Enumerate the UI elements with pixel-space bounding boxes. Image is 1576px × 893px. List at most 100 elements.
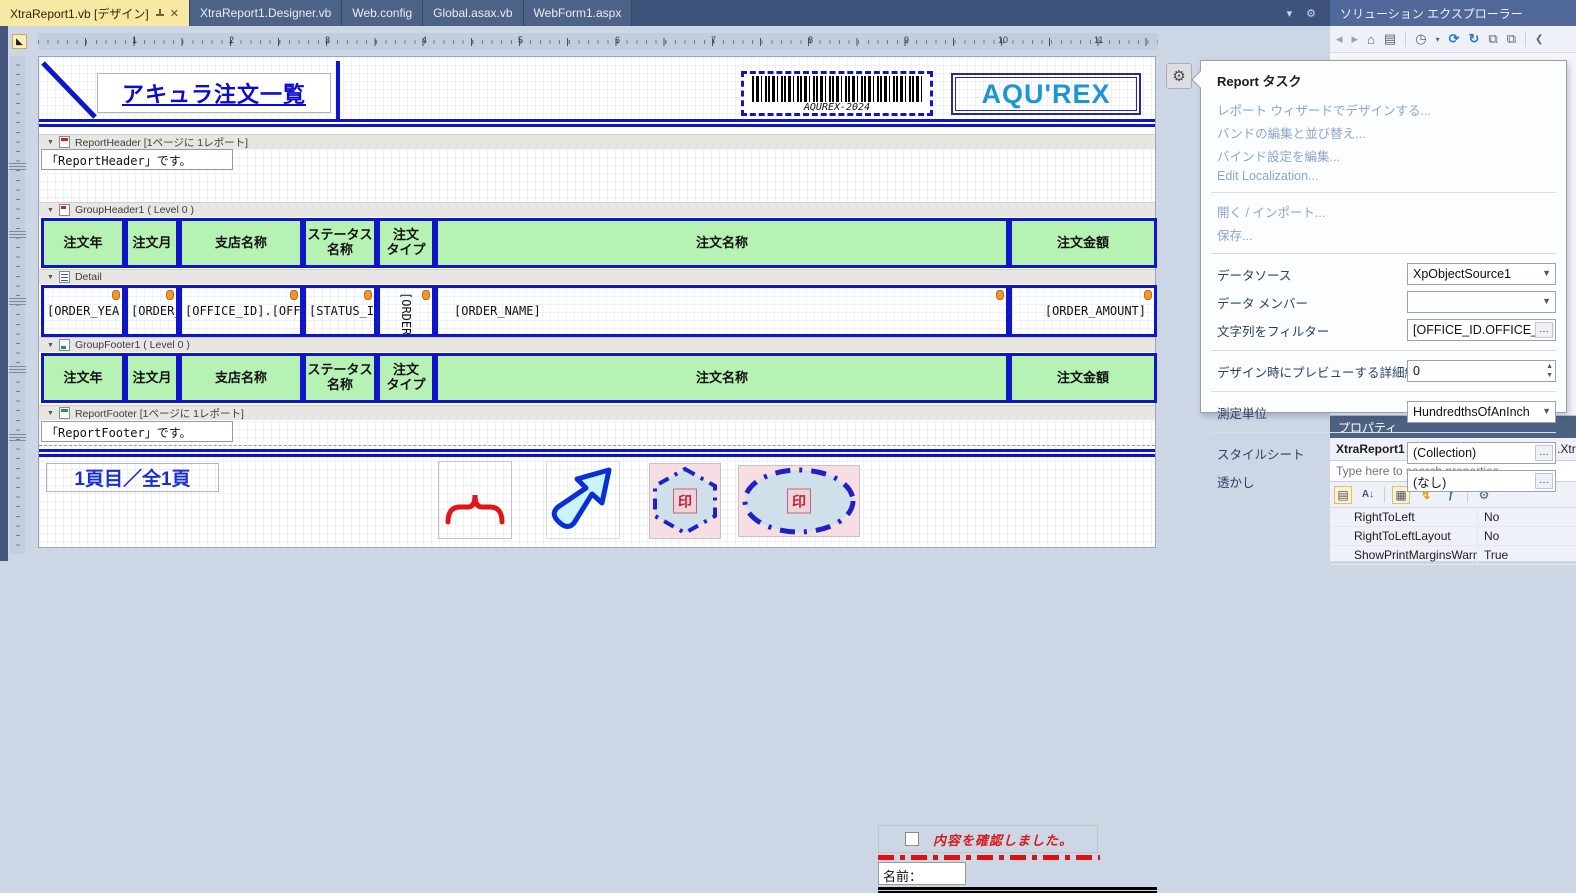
footer-cell[interactable]: 注文年 — [41, 353, 125, 403]
collapse-icon[interactable]: ▼ — [47, 207, 54, 214]
pending-changes-icon[interactable]: ◷ — [1415, 31, 1426, 47]
vertical-line-shape[interactable] — [336, 61, 340, 119]
header-cell[interactable]: 注文月 — [125, 218, 179, 268]
report-header-caption[interactable]: 「ReportHeader」です。 — [41, 149, 233, 170]
header-cell[interactable]: 注文 タイプ — [377, 218, 435, 268]
data-source-combo[interactable]: XpObjectSource1 ▼ — [1407, 263, 1556, 285]
hexagon-stamp-shape[interactable]: 印 — [649, 463, 721, 539]
chevron-left-icon[interactable]: ❮ — [1535, 34, 1543, 45]
field-cell-vertical[interactable]: [ORDER — [377, 285, 435, 337]
forward-icon[interactable]: ▸ — [1352, 31, 1359, 47]
ellipsis-button[interactable]: … — [1535, 445, 1553, 461]
field-cell[interactable]: [OFFICE_ID].[OFFIC — [179, 285, 303, 337]
footer-cell[interactable]: 注文 タイプ — [377, 353, 435, 403]
collapse-icon[interactable]: ▼ — [47, 274, 54, 281]
footer-cell[interactable]: 支店名称 — [179, 353, 303, 403]
property-row[interactable]: RightToLeftLayout No — [1330, 527, 1576, 546]
window-gear-icon[interactable]: ⚙ — [1306, 7, 1316, 20]
double-blue-line[interactable] — [39, 449, 1155, 457]
filter-string-field[interactable]: [OFFICE_ID.OFFICE_ID] = … — [1407, 319, 1556, 341]
band-strip-report-header[interactable]: ▼ ReportHeader [1ページに 1レポート] — [39, 134, 1155, 149]
field-cell[interactable]: [ORDER_AMOUNT] — [1009, 285, 1157, 337]
style-sheet-field[interactable]: (Collection) … — [1407, 442, 1556, 464]
header-cell[interactable]: 注文年 — [41, 218, 125, 268]
band-grip[interactable] — [9, 434, 26, 441]
collapse-icon[interactable]: ▼ — [47, 342, 54, 349]
show-all-files-icon[interactable]: ⧉ — [1507, 31, 1516, 47]
diagonal-line-shape[interactable] — [41, 61, 97, 119]
watermark-field[interactable]: (なし) … — [1407, 470, 1556, 492]
tab-global-asax[interactable]: Global.asax.vb — [423, 0, 523, 26]
link-design-with-wizard[interactable]: レポート ウィザードでデザインする... — [1201, 98, 1566, 121]
close-icon[interactable]: ✕ — [170, 7, 179, 20]
field-cell[interactable]: [STATUS_ID — [303, 285, 377, 337]
link-edit-bands[interactable]: バンドの編集と並び替え... — [1201, 121, 1566, 144]
sync-icon[interactable]: ⟳ — [1449, 31, 1460, 47]
band-grip[interactable] — [9, 163, 26, 170]
page-number-label[interactable]: 1頁目／全1頁 — [46, 463, 219, 492]
footer-cell[interactable]: ステータス 名称 — [303, 353, 377, 403]
back-icon[interactable]: ◂ — [1336, 31, 1343, 47]
tab-xtrareport-designer-vb[interactable]: XtraReport1.Designer.vb — [190, 0, 342, 26]
spinner-arrows-icon[interactable]: ▲▼ — [1546, 362, 1553, 380]
barcode-control[interactable]: AQUREX-2024 — [741, 71, 933, 116]
caret-down-icon[interactable]: ▾ — [1436, 35, 1440, 44]
field-cell[interactable]: [ORDER_ — [125, 285, 179, 337]
measure-units-combo[interactable]: HundredthsOfAnInch ▼ — [1407, 401, 1556, 423]
band-strip-detail[interactable]: ▼ Detail — [39, 269, 1155, 284]
tab-label: Global.asax.vb — [433, 6, 512, 20]
checkbox-icon[interactable] — [905, 832, 919, 846]
header-cell[interactable]: 注文名称 — [435, 218, 1009, 268]
brace-shape[interactable] — [438, 461, 512, 539]
property-row[interactable]: RightToLeft No — [1330, 508, 1576, 527]
link-edit-bindings[interactable]: バインド設定を編集... — [1201, 144, 1566, 167]
band-strip-report-footer[interactable]: ▼ ReportFooter [1ページに 1レポート] — [39, 405, 1155, 420]
tab-webform-aspx[interactable]: WebForm1.aspx — [524, 0, 633, 26]
band-strip-group-header[interactable]: ▼ GroupHeader1 ( Level 0 ) — [39, 202, 1155, 217]
switch-views-icon[interactable]: ▤ — [1384, 31, 1396, 47]
report-select-corner-icon[interactable]: ◣ — [12, 34, 27, 49]
footer-cell[interactable]: 注文名称 — [435, 353, 1009, 403]
data-member-combo[interactable]: ▼ — [1407, 291, 1556, 313]
link-edit-localization[interactable]: Edit Localization... — [1201, 167, 1566, 185]
double-blue-line[interactable] — [39, 119, 1155, 127]
refresh-icon[interactable]: ↻ — [1468, 31, 1479, 47]
band-grip[interactable] — [9, 366, 26, 373]
arrow-shape[interactable] — [546, 461, 620, 539]
field-cell[interactable]: [ORDER_NAME] — [435, 285, 1009, 337]
preview-detail-count-spinner[interactable]: 0 ▲▼ — [1407, 360, 1556, 382]
header-cell[interactable]: ステータス 名称 — [303, 218, 377, 268]
tab-overflow-icon[interactable]: ▾ — [1287, 7, 1293, 20]
smart-tag-gear-icon[interactable]: ⚙ — [1166, 63, 1192, 89]
pin-icon[interactable] — [155, 9, 164, 18]
band-grip[interactable] — [9, 298, 26, 305]
ellipsis-button[interactable]: … — [1535, 473, 1553, 489]
collapse-icon[interactable]: ▼ — [47, 410, 54, 417]
home-icon[interactable]: ⌂ — [1367, 32, 1375, 47]
black-double-line[interactable] — [878, 887, 1157, 893]
tab-xtrareport-design[interactable]: XtraReport1.vb [デザイン] ✕ — [0, 0, 190, 26]
report-title-label[interactable]: アキュラ注文一覧 — [97, 73, 331, 113]
logo-box[interactable]: AQU'REX — [951, 73, 1141, 115]
property-row[interactable]: ShowPrintMarginsWarning True — [1330, 546, 1576, 565]
footer-cell[interactable]: 注文月 — [125, 353, 179, 403]
band-grip[interactable] — [9, 231, 26, 238]
link-open-import[interactable]: 開く / インポート... — [1201, 200, 1566, 223]
header-cell[interactable]: 注文金額 — [1009, 218, 1157, 268]
header-cell[interactable]: 支店名称 — [179, 218, 303, 268]
solution-explorer-header[interactable]: ソリューション エクスプローラー — [1330, 0, 1576, 26]
ellipse-stamp-shape[interactable]: 印 — [738, 465, 860, 537]
confirm-check-control[interactable]: 内容を確認しました。 — [878, 825, 1098, 853]
collapse-all-icon[interactable]: ⧉ — [1488, 31, 1497, 47]
ellipsis-button[interactable]: … — [1535, 322, 1553, 338]
link-save[interactable]: 保存... — [1201, 223, 1566, 246]
name-label[interactable]: 名前： — [878, 862, 966, 885]
report-footer-caption[interactable]: 「ReportFooter」です。 — [41, 421, 233, 442]
collapse-icon[interactable]: ▼ — [47, 139, 54, 146]
red-dashdot-line[interactable] — [878, 855, 1100, 860]
tab-web-config[interactable]: Web.config — [342, 0, 423, 26]
report-tasks-flyout: Report タスク レポート ウィザードでデザインする... バンドの編集と並… — [1200, 60, 1567, 413]
field-cell[interactable]: [ORDER_YEA — [41, 285, 125, 337]
footer-cell[interactable]: 注文金額 — [1009, 353, 1157, 403]
band-strip-group-footer[interactable]: ▼ GroupFooter1 ( Level 0 ) — [39, 337, 1155, 352]
